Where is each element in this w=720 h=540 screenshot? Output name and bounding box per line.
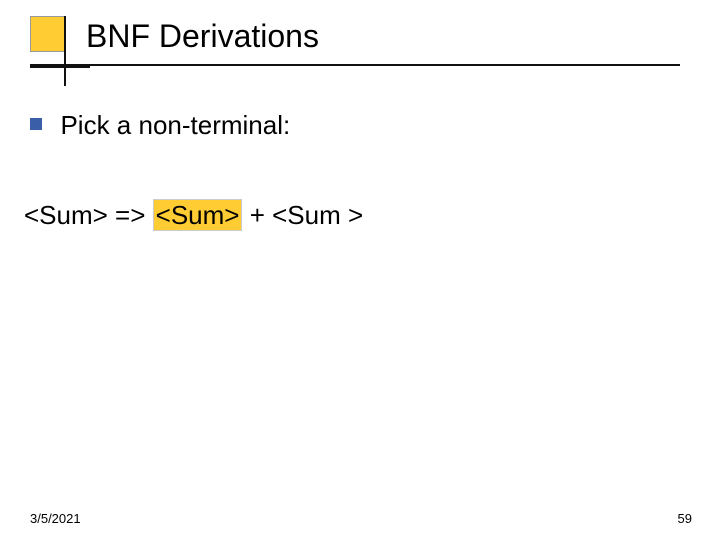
slide: BNF Derivations Pick a non-terminal: <Su… [0, 0, 720, 540]
derivation-rhs: + <Sum > [242, 200, 363, 230]
accent-square-icon [30, 16, 66, 52]
footer-date: 3/5/2021 [30, 511, 81, 526]
footer-page-number: 59 [678, 511, 692, 526]
slide-title: BNF Derivations [86, 18, 319, 55]
title-vertical-line-thick [64, 16, 66, 50]
title-underline [30, 64, 680, 66]
derivation-line: <Sum> => <Sum> + <Sum > [24, 200, 363, 231]
derivation-highlight: <Sum> [153, 199, 243, 231]
derivation-lhs: <Sum> => [24, 200, 145, 230]
title-underline-thick [30, 64, 90, 68]
bullet-row: Pick a non-terminal: [30, 110, 290, 141]
bullet-text: Pick a non-terminal: [60, 110, 290, 140]
bullet-icon [30, 118, 42, 130]
